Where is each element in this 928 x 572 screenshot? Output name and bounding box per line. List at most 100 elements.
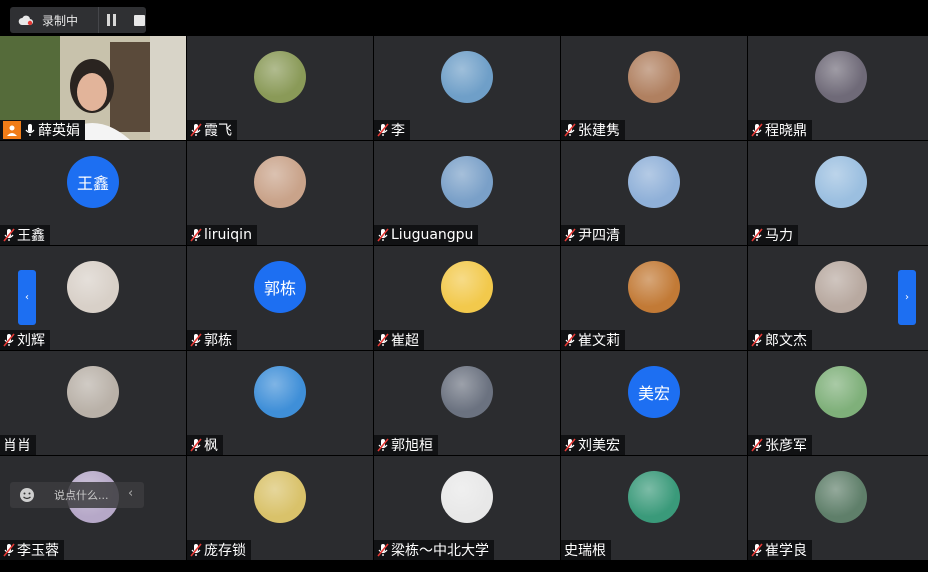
- previous-page-button[interactable]: ‹: [18, 270, 36, 325]
- participant-tile[interactable]: 王鑫 王鑫: [0, 141, 186, 245]
- participant-name: 程晓鼎: [765, 123, 807, 139]
- mic-muted-icon: [751, 123, 763, 137]
- emoji-icon[interactable]: [19, 487, 35, 503]
- self-name-label: 薛英娟: [0, 120, 85, 140]
- mic-muted-icon: [190, 333, 202, 347]
- avatar: [254, 156, 306, 208]
- participant-name-label: 庞存锁: [187, 540, 251, 560]
- participant-name-label: liruiqin: [187, 225, 257, 245]
- participant-name: 李玉蓉: [17, 543, 59, 559]
- avatar: [628, 471, 680, 523]
- participant-name-label: 肖肖: [0, 435, 36, 455]
- avatar: 郭栋: [254, 261, 306, 313]
- avatar: [67, 261, 119, 313]
- stop-icon[interactable]: [134, 15, 145, 26]
- participant-tile[interactable]: 马力: [748, 141, 928, 245]
- cloud-icon: [18, 15, 33, 26]
- mic-muted-icon: [377, 123, 389, 137]
- participant-name-label: 梁栋～中北大学: [374, 540, 494, 560]
- participant-name-label: 郭栋: [187, 330, 237, 350]
- participant-tile[interactable]: Liuguangpu: [374, 141, 560, 245]
- participant-name: 薛英娟: [38, 123, 80, 139]
- participant-name-label: 刘辉: [0, 330, 50, 350]
- participant-tile[interactable]: 郭栋 郭栋: [187, 246, 373, 350]
- avatar: [254, 471, 306, 523]
- pause-icon[interactable]: [106, 14, 118, 26]
- avatar: [815, 366, 867, 418]
- participant-name-label: 王鑫: [0, 225, 50, 245]
- mic-muted-icon: [190, 123, 202, 137]
- avatar: [67, 366, 119, 418]
- mic-muted-icon: [190, 228, 202, 242]
- participant-name: 马力: [765, 228, 793, 244]
- participant-tile[interactable]: 李: [374, 36, 560, 140]
- participant-name-label: 刘美宏: [561, 435, 625, 455]
- mic-muted-icon: [190, 438, 202, 452]
- participant-tile[interactable]: 枫: [187, 351, 373, 455]
- participant-name: liruiqin: [204, 227, 252, 243]
- participant-name-label: 崔学良: [748, 540, 812, 560]
- participant-name: 郭旭桓: [391, 438, 433, 454]
- avatar: [441, 261, 493, 313]
- recording-control: 录制中: [10, 7, 146, 33]
- mic-muted-icon: [377, 543, 389, 557]
- avatar: [815, 51, 867, 103]
- participant-tile[interactable]: 程晓鼎: [748, 36, 928, 140]
- participant-tile[interactable]: 庞存锁: [187, 456, 373, 560]
- participant-name-label: Liuguangpu: [374, 225, 479, 245]
- participant-name-label: 程晓鼎: [748, 120, 812, 140]
- participant-tile[interactable]: 史瑞根: [561, 456, 747, 560]
- avatar: [254, 366, 306, 418]
- participant-tile[interactable]: 尹四清: [561, 141, 747, 245]
- chat-input[interactable]: 说点什么... ‹: [10, 482, 144, 508]
- participant-name: 张彦军: [765, 438, 807, 454]
- participant-name: 肖肖: [3, 438, 31, 454]
- participant-name-label: 崔超: [374, 330, 424, 350]
- next-page-button[interactable]: ›: [898, 270, 916, 325]
- avatar: [815, 471, 867, 523]
- participant-tile[interactable]: 美宏 刘美宏: [561, 351, 747, 455]
- participant-tile[interactable]: 霞飞: [187, 36, 373, 140]
- participant-name: Liuguangpu: [391, 227, 474, 243]
- participant-name: 庞存锁: [204, 543, 246, 559]
- participant-tile[interactable]: 郭旭桓: [374, 351, 560, 455]
- avatar: [815, 261, 867, 313]
- mic-muted-icon: [377, 333, 389, 347]
- participant-name: 梁栋～中北大学: [391, 543, 489, 559]
- participant-tile[interactable]: 崔学良: [748, 456, 928, 560]
- participant-name: 尹四清: [578, 228, 620, 244]
- participant-tile[interactable]: 张建隽: [561, 36, 747, 140]
- participant-name-label: 史瑞根: [561, 540, 611, 560]
- avatar: [254, 51, 306, 103]
- participant-name: 史瑞根: [564, 543, 606, 559]
- participant-name-label: 李: [374, 120, 410, 140]
- avatar: [815, 156, 867, 208]
- avatar: [441, 51, 493, 103]
- mic-on-icon: [25, 124, 35, 136]
- participant-tile[interactable]: 崔文莉: [561, 246, 747, 350]
- participant-name: 崔学良: [765, 543, 807, 559]
- avatar: [441, 156, 493, 208]
- mic-muted-icon: [3, 543, 15, 557]
- avatar: [628, 156, 680, 208]
- mic-muted-icon: [3, 228, 15, 242]
- participant-tile[interactable]: 李玉蓉: [0, 456, 186, 560]
- mic-muted-icon: [564, 123, 576, 137]
- collapse-chat-icon[interactable]: ‹: [128, 486, 133, 501]
- participant-name-label: 郎文杰: [748, 330, 812, 350]
- mic-muted-icon: [564, 438, 576, 452]
- participant-tile[interactable]: liruiqin: [187, 141, 373, 245]
- participant-tile[interactable]: 崔超: [374, 246, 560, 350]
- participant-name-label: 张彦军: [748, 435, 812, 455]
- participant-tile[interactable]: 肖肖: [0, 351, 186, 455]
- participant-name: 刘辉: [17, 333, 45, 349]
- participant-name-label: 马力: [748, 225, 798, 245]
- participant-tile[interactable]: 张彦军: [748, 351, 928, 455]
- participant-name: 霞飞: [204, 123, 232, 139]
- mic-muted-icon: [564, 228, 576, 242]
- participant-name-label: 李玉蓉: [0, 540, 64, 560]
- participant-tile[interactable]: 梁栋～中北大学: [374, 456, 560, 560]
- recording-status: 录制中: [42, 14, 79, 28]
- self-video-tile[interactable]: 薛英娟: [0, 36, 186, 140]
- avatar: 王鑫: [67, 156, 119, 208]
